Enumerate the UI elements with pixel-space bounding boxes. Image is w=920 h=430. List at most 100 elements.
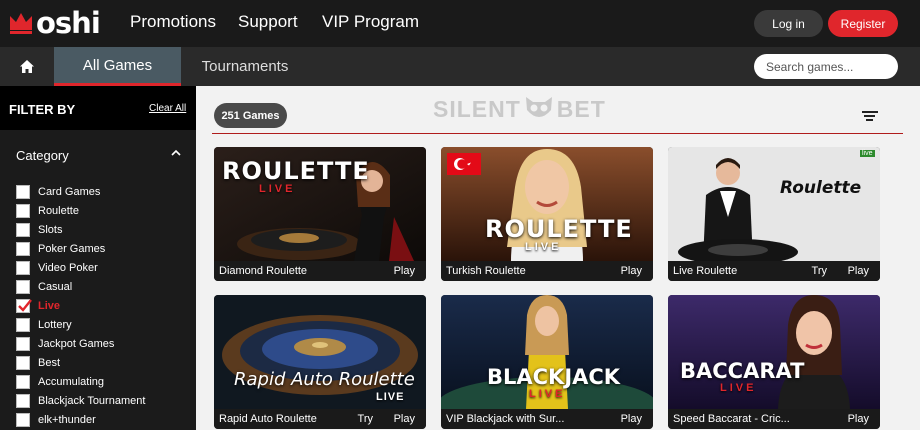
checkmark-icon [18,298,32,312]
nav-support-link[interactable]: Support [238,12,298,32]
checkbox[interactable] [16,279,30,294]
play-link[interactable]: Play [848,265,869,277]
game-name: Diamond Roulette [219,265,308,277]
game-name: Speed Baccarat - Cric... [673,413,790,425]
games-tabbar: All Games Tournaments [0,47,920,86]
category-label: Card Games [38,185,101,198]
category-item[interactable]: Accumulating [16,372,145,391]
watermark-right: BET [556,95,606,122]
category-item[interactable]: Best [16,353,145,372]
login-button[interactable]: Log in [754,10,823,37]
checkbox[interactable] [16,317,30,332]
play-link[interactable]: Play [394,413,415,425]
watermark-left: SILENT [433,95,521,122]
thumbnail-title: ROULETTE [222,157,370,185]
play-link[interactable]: Play [621,413,642,425]
checkbox[interactable] [16,412,30,427]
play-link[interactable]: Play [621,265,642,277]
thumbnail-subtitle: LIVE [259,183,296,195]
play-link[interactable]: Play [394,265,415,277]
checkbox[interactable] [16,222,30,237]
category-item[interactable]: Card Games [16,182,145,201]
register-button[interactable]: Register [828,10,898,37]
category-label: Casual [38,280,73,293]
thumbnail-subtitle: LIVE [529,388,566,400]
try-link[interactable]: Try [812,265,827,277]
divider [212,133,903,134]
checkbox[interactable] [16,393,30,408]
thumbnail-title: BACCARAT [680,359,805,383]
category-item[interactable]: Jackpot Games [16,334,145,353]
sort-icon[interactable] [861,109,879,123]
category-item[interactable]: Roulette [16,201,145,220]
game-name: Live Roulette [673,265,738,277]
nav-promotions-link[interactable]: Promotions [130,12,216,32]
thumbnail-title: ROULETTE [485,215,633,243]
owl-icon [525,97,552,117]
nav-vip-program-link[interactable]: VIP Program [322,12,419,32]
filter-title: FILTER BY [9,102,76,117]
search-input[interactable] [754,54,898,79]
game-card-footer: Live Roulette Try Play [668,261,880,281]
checkbox[interactable] [16,260,30,275]
checkbox[interactable] [16,336,30,351]
category-label: Slots [38,223,63,236]
checkbox[interactable] [16,184,30,199]
category-label: Live [38,299,61,312]
category-label: Lottery [38,318,72,331]
home-tab[interactable] [0,47,54,86]
category-label: Roulette [38,204,79,217]
chevron-up-icon[interactable] [170,147,182,159]
thumbnail-subtitle: LIVE [525,241,562,253]
thumbnail-title: BLACKJACK [487,365,621,389]
checkbox[interactable] [16,374,30,389]
category-label: Video Poker [38,261,98,274]
category-heading[interactable]: Category [16,148,69,163]
category-item[interactable]: Blackjack Tournament [16,391,145,410]
game-card-footer: Diamond Roulette Play [214,261,426,281]
clear-all-link[interactable]: Clear All [149,103,186,114]
thumbnail-title: Rapid Auto Roulette [234,369,415,390]
watermark: SILENT BET [433,94,606,124]
checkbox-checked[interactable] [16,298,32,313]
crown-icon [10,13,32,34]
game-card-footer: Speed Baccarat - Cric... Play [668,409,880,429]
category-item[interactable]: Casual [16,277,145,296]
thumbnail-subtitle: LIVE [720,382,757,394]
thumbnail-subtitle: LIVE [376,391,405,403]
category-label: Best [38,356,61,369]
game-card-footer: Turkish Roulette Play [441,261,653,281]
game-card[interactable]: BLACKJACK LIVE VIP Blackjack with Sur...… [441,295,653,429]
top-navbar: oshi Promotions Support VIP Program Log … [0,0,920,47]
game-card[interactable]: Roulette live Live Roulette Try Play [668,147,880,281]
category-item[interactable]: Slots [16,220,145,239]
tab-all-games[interactable]: All Games [54,47,181,86]
category-label: Blackjack Tournament [38,394,146,407]
game-card[interactable]: ROULETTE LIVE Diamond Roulette Play [214,147,426,281]
category-item[interactable]: Video Poker [16,258,145,277]
category-label: Accumulating [38,375,105,388]
filter-sidebar: FILTER BY Clear All Category Card Games … [0,86,196,430]
category-label: Jackpot Games [38,337,115,350]
tab-tournaments[interactable]: Tournaments [181,47,309,86]
game-card[interactable]: ROULETTE LIVE Turkish Roulette Play [441,147,653,281]
brand-logo[interactable]: oshi [8,6,101,40]
category-item[interactable]: Lottery [16,315,145,334]
category-item[interactable]: Poker Games [16,239,145,258]
turkey-flag-icon [447,153,481,175]
category-item[interactable]: elk+thunder [16,410,145,429]
game-card-footer: VIP Blackjack with Sur... Play [441,409,653,429]
game-name: Turkish Roulette [446,265,526,277]
play-link[interactable]: Play [848,413,869,425]
game-card[interactable]: BACCARAT LIVE Speed Baccarat - Cric... P… [668,295,880,429]
category-item-live[interactable]: Live [16,296,145,315]
live-badge: live [860,150,875,157]
checkbox[interactable] [16,203,30,218]
try-link[interactable]: Try [358,413,373,425]
game-card[interactable]: Rapid Auto Roulette LIVE Rapid Auto Roul… [214,295,426,429]
checkbox[interactable] [16,355,30,370]
checkbox[interactable] [16,241,30,256]
category-label: elk+thunder [38,413,96,426]
game-card-footer: Rapid Auto Roulette Try Play [214,409,426,429]
filter-header: FILTER BY Clear All [0,86,196,130]
